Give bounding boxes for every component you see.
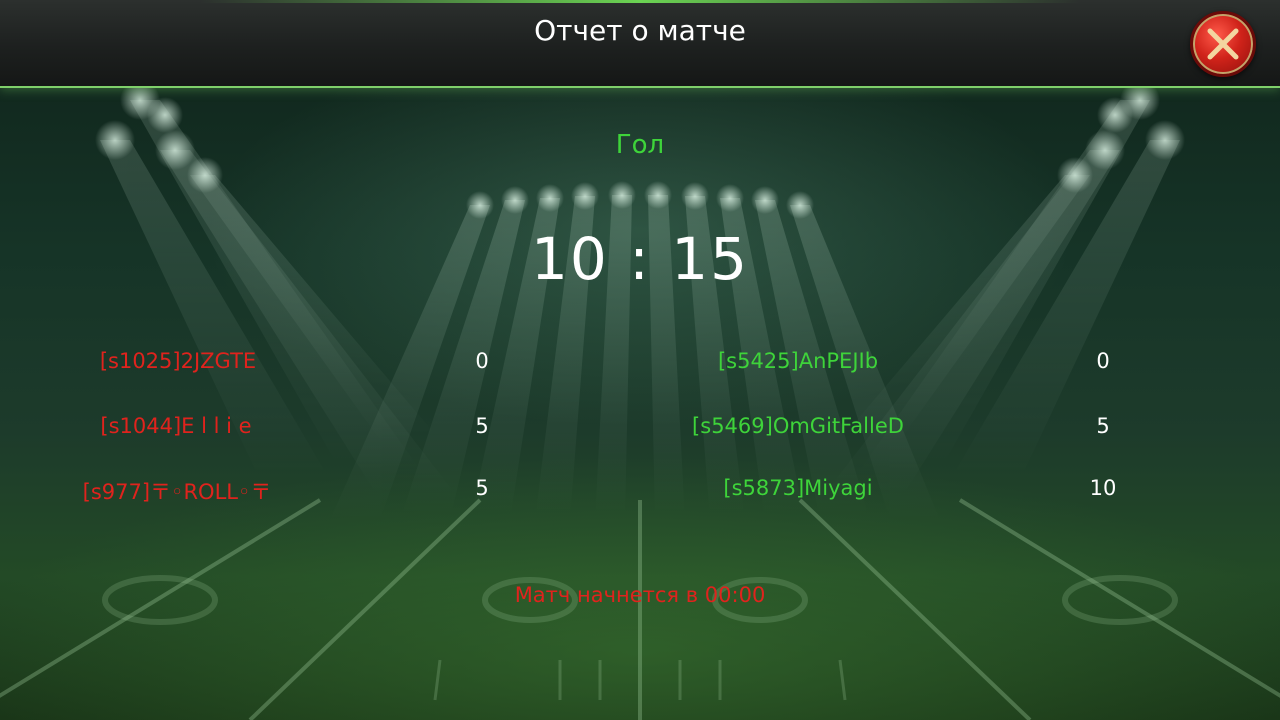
left-player-score: 5: [475, 476, 489, 500]
left-player-name: [s1025]2JZGTE: [99, 349, 257, 373]
right-player-name: [s5469]OmGitFalleD: [692, 414, 904, 438]
page-title: Отчет о матче: [534, 14, 746, 47]
close-icon: [1207, 28, 1239, 60]
right-player-score: 0: [1096, 349, 1110, 373]
right-player-name: [s5425]AnPEJIb: [717, 349, 879, 373]
right-player-score: 5: [1096, 414, 1110, 438]
left-player-name: [s977]〒◦ROLL◦〒: [82, 480, 272, 504]
match-report-screen: Отчет о матче Гол 10 : 15 [s1025]2JZGTE …: [0, 0, 1280, 720]
match-score: 10 : 15: [530, 225, 750, 293]
right-player-score: 10: [1089, 476, 1117, 500]
goal-label: Гол: [615, 130, 665, 160]
right-player-name: [s5873]Miyagi: [723, 476, 873, 500]
header-bar: Отчет о матче: [0, 0, 1280, 88]
left-player-name: [s1044]E l l i e: [100, 414, 252, 438]
close-button[interactable]: [1190, 11, 1256, 77]
left-player-score: 0: [475, 349, 489, 373]
left-player-score: 5: [475, 414, 489, 438]
match-start-countdown: Матч начнется в 00:00: [514, 583, 766, 607]
